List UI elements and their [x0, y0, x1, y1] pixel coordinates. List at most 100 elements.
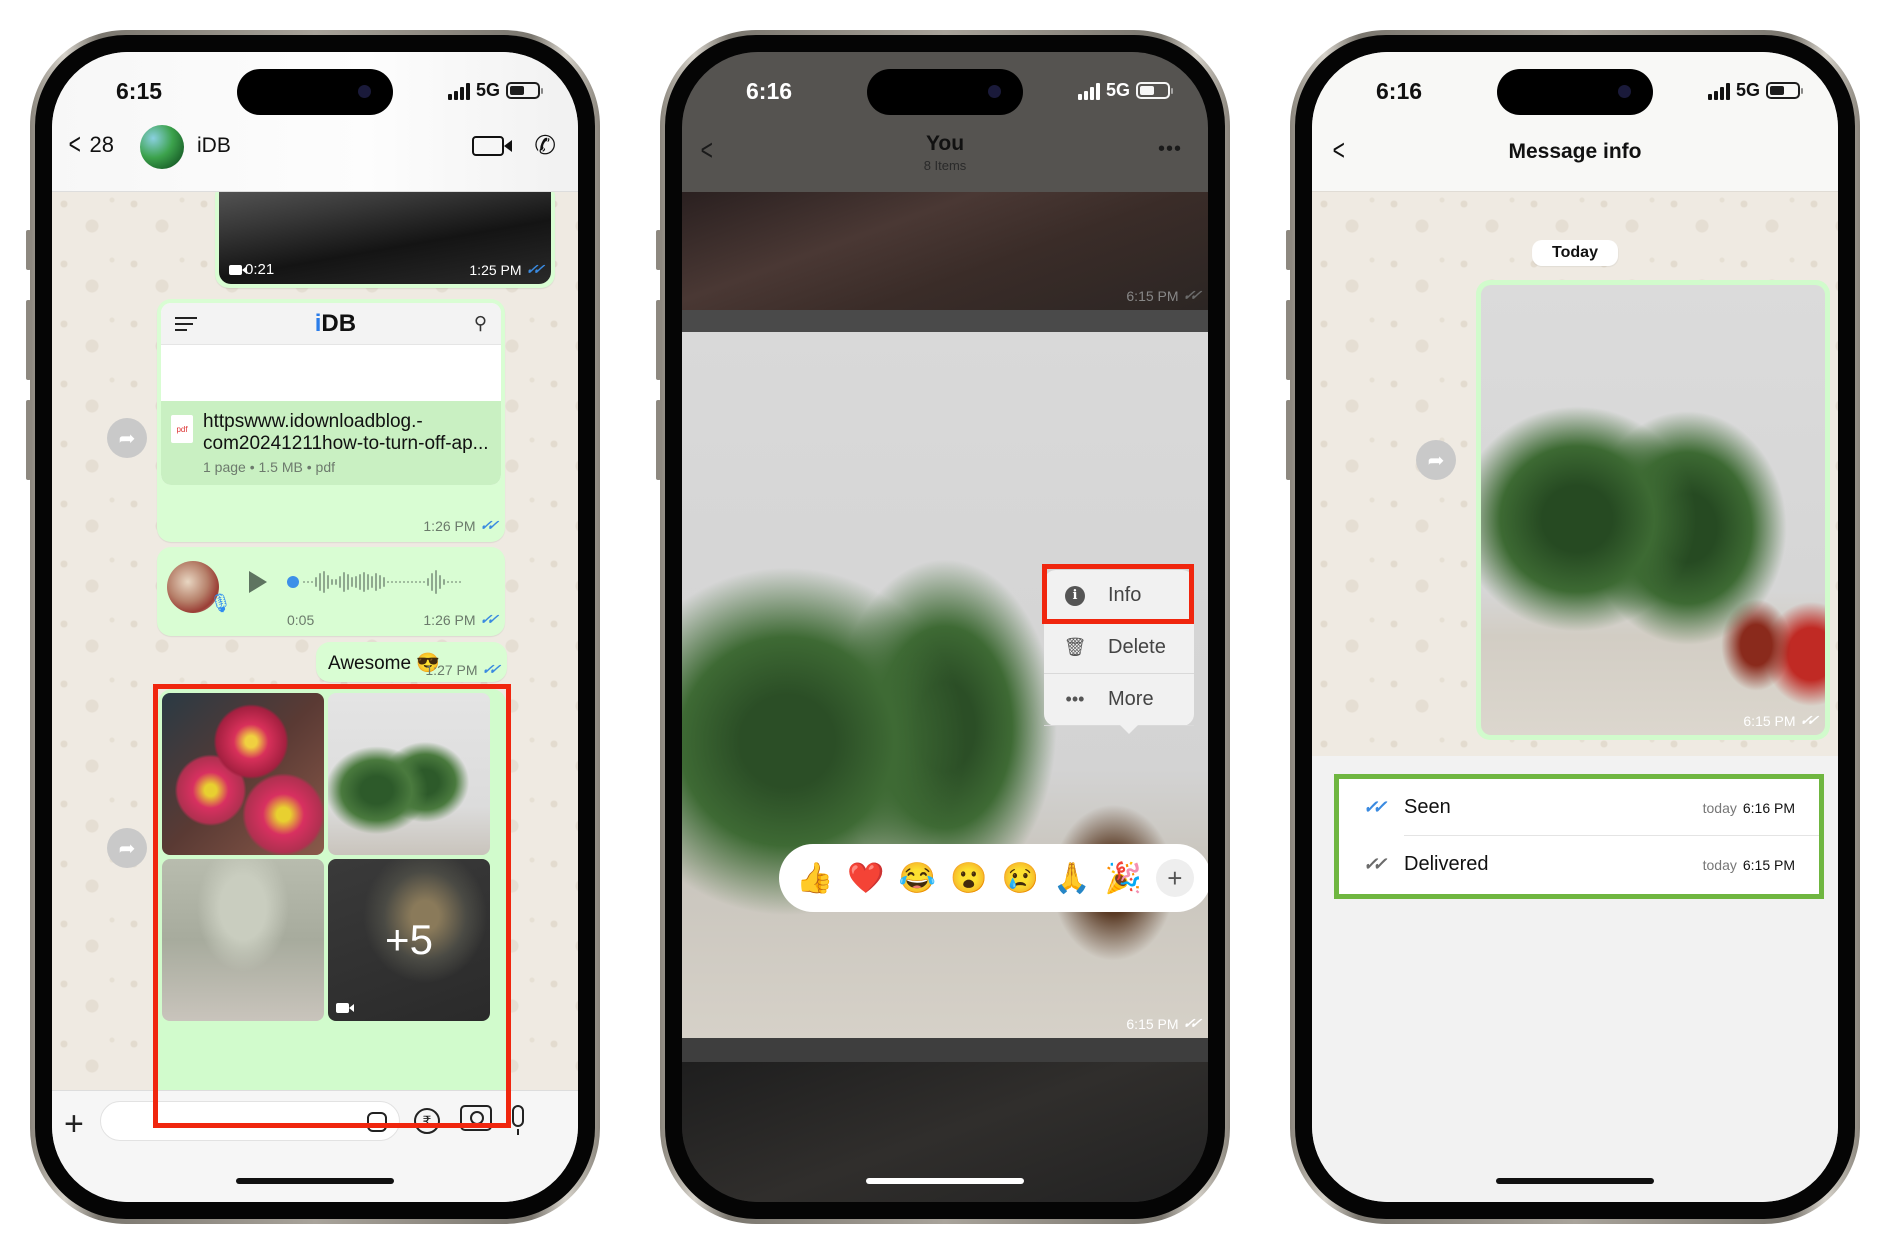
signal-icon: [447, 82, 470, 100]
receipt-day: today: [1702, 799, 1737, 816]
side-button: [656, 300, 661, 380]
phone-chat: 6:15 5G < 28 iDB ✆ 0:21 1:25 PM ✓✓ ➦ iDB…: [26, 30, 600, 1224]
receipt-time: 6:16 PM: [1742, 799, 1795, 816]
receipt-label: Seen: [1404, 796, 1451, 818]
receipt-row-seen: ✓✓ Seen today 6:16 PM: [1339, 779, 1819, 836]
highlight-box: [1042, 564, 1194, 624]
receipt-list: ✓✓ Seen today 6:16 PM ✓✓ Delivered today 6…: [1334, 774, 1824, 899]
search-icon: ⚲: [473, 313, 487, 333]
attach-plus-icon[interactable]: +: [64, 1105, 84, 1144]
reaction-party[interactable]: 🎉: [1104, 861, 1141, 896]
previous-photo[interactable]: 6:15 PM ✓✓: [682, 192, 1208, 310]
menu-item-more[interactable]: ••• More: [1044, 674, 1194, 726]
site-logo: iDB: [314, 309, 357, 337]
video-thumbnail: 0:21 1:25 PM ✓✓: [219, 182, 551, 284]
video-duration: 0:21: [245, 261, 275, 278]
more-options-icon[interactable]: •••: [1158, 138, 1182, 161]
dynamic-island: [867, 69, 1023, 115]
signal-icon: [1077, 82, 1100, 100]
microphone-icon: 🎙: [209, 593, 232, 613]
contact-avatar[interactable]: [140, 125, 184, 169]
read-ticks-icon: ✓✓: [524, 261, 541, 277]
audio-duration: 0:05: [287, 612, 315, 628]
reaction-surprised[interactable]: 😮: [950, 861, 987, 896]
menu-item-delete[interactable]: 🗑 Delete: [1044, 622, 1194, 674]
menu-icon: [175, 316, 197, 331]
reaction-pray[interactable]: 🙏: [1053, 861, 1090, 896]
date-pill: Today: [1532, 240, 1618, 266]
reaction-bar: 👍 ❤️ 😂 😮 😢 🙏 🎉 +: [779, 844, 1208, 912]
phone-message-info: 6:16 5G < Message info Today ➦ 6:15 PM ✓✓: [1286, 30, 1860, 1224]
chevron-left-icon: <: [68, 128, 81, 161]
read-ticks-icon: ✓✓: [478, 517, 495, 533]
side-button: [1286, 400, 1291, 480]
status-time: 6:16: [746, 78, 793, 104]
network-label: 5G: [1735, 80, 1760, 100]
reaction-laugh[interactable]: 😂: [899, 861, 936, 896]
text-message[interactable]: Awesome 😎 1:27 PM ✓✓: [316, 642, 507, 682]
delivered-ticks-icon: ✓✓: [1798, 712, 1815, 728]
side-button: [1286, 300, 1291, 380]
signal-icon: [1707, 82, 1730, 100]
menu-item-label: Delete: [1108, 636, 1166, 658]
receipt-time: 6:15 PM: [1742, 856, 1795, 873]
document-message[interactable]: iDB ⚲ pdf httpswww.idownloadblog.-com202…: [157, 299, 505, 542]
voice-message[interactable]: 🎙 0:05 1:26 PM ✓✓: [157, 547, 505, 636]
page-title: Message info: [1508, 140, 1642, 163]
side-button: [26, 400, 31, 480]
receipt-label: Delivered: [1404, 853, 1489, 875]
document-meta: 1 page • 1.5 MB • pdf: [203, 459, 335, 476]
unread-count: 28: [89, 132, 115, 157]
phone-media-viewer: 6:16 5G < You 8 Items ••• 6:15 PM ✓✓ 6:15…: [656, 30, 1230, 1224]
video-message[interactable]: 0:21 1:25 PM ✓✓: [215, 182, 555, 288]
delivered-ticks-icon: ✓✓: [1181, 287, 1198, 303]
dynamic-island: [237, 69, 393, 115]
microphone-icon[interactable]: [512, 1105, 524, 1135]
delivered-ticks-icon: ✓✓: [1181, 1015, 1198, 1031]
add-reaction-button[interactable]: +: [1155, 859, 1194, 897]
message-time: 1:26 PM: [423, 517, 476, 534]
reaction-thumbs-up[interactable]: 👍: [796, 861, 833, 896]
message-text: Awesome 😎: [328, 653, 441, 674]
forward-button[interactable]: ➦: [107, 828, 147, 868]
home-indicator: [236, 1178, 394, 1184]
video-call-icon[interactable]: [472, 136, 512, 156]
side-button: [26, 300, 31, 380]
pdf-file-icon: pdf: [171, 415, 193, 443]
battery-icon: [1766, 82, 1803, 99]
contact-name[interactable]: iDB: [197, 134, 231, 158]
forward-button[interactable]: ➦: [1416, 440, 1456, 480]
message-time: 1:26 PM: [423, 611, 476, 628]
forward-icon: ➦: [1427, 449, 1445, 472]
receipt-section: ✓✓ Seen today 6:16 PM ✓✓ Delivered today 6…: [1312, 756, 1838, 1202]
photo-message[interactable]: 6:15 PM ✓✓: [1476, 280, 1830, 740]
side-button: [26, 230, 31, 270]
side-button: [656, 230, 661, 270]
message-time: 1:27 PM: [425, 661, 478, 678]
battery-icon: [1136, 82, 1173, 99]
forward-icon: ➦: [118, 837, 136, 860]
delivered-ticks-icon: ✓✓: [1363, 854, 1387, 874]
home-indicator: [866, 1178, 1024, 1184]
network-label: 5G: [475, 80, 500, 100]
battery-icon: [506, 82, 543, 99]
photo-time: 6:15 PM: [1126, 287, 1179, 304]
side-button: [656, 400, 661, 480]
phone-call-icon[interactable]: ✆: [534, 130, 556, 161]
forward-button[interactable]: ➦: [107, 418, 147, 458]
reaction-heart[interactable]: ❤️: [847, 861, 884, 896]
ellipsis-icon: •••: [1065, 689, 1085, 709]
message-time: 1:25 PM: [469, 261, 522, 278]
highlight-box: [153, 684, 511, 1128]
play-icon[interactable]: [249, 571, 267, 593]
back-button[interactable]: < 28: [66, 130, 114, 160]
menu-item-label: More: [1108, 688, 1154, 710]
trash-icon: 🗑: [1063, 637, 1087, 657]
video-camera-icon: [229, 264, 247, 275]
playback-scrubber[interactable]: [287, 576, 299, 588]
audio-waveform[interactable]: [287, 567, 527, 597]
dynamic-island: [1497, 69, 1653, 115]
receipt-day: today: [1702, 856, 1737, 873]
reaction-sad[interactable]: 😢: [1002, 861, 1039, 896]
read-ticks-icon: ✓✓: [478, 611, 495, 627]
